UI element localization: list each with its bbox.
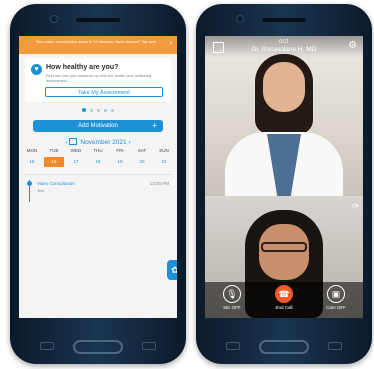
phone-hangup-icon: ☎ xyxy=(275,285,293,303)
call-controls: 🎙 Mic OFF ☎ End Call ▣ Cam OFF xyxy=(205,282,363,318)
switch-camera-icon[interactable]: ⟳ xyxy=(352,202,359,211)
day-cell[interactable]: 15 xyxy=(22,157,42,167)
weekday-label: TUE xyxy=(49,148,59,153)
carousel-dot[interactable] xyxy=(97,109,100,112)
month-label: November 2021 xyxy=(80,139,127,146)
mic-label: Mic OFF xyxy=(223,305,241,310)
add-motivation-button[interactable]: Add Motivation + xyxy=(33,120,163,132)
weekday-label: SUN xyxy=(159,148,169,153)
doctor-face xyxy=(263,62,305,112)
doctor-video-feed xyxy=(205,36,363,196)
divider xyxy=(24,174,172,175)
patient-face xyxy=(259,224,309,280)
carousel-dot-active[interactable] xyxy=(82,108,86,112)
home-button[interactable] xyxy=(73,340,123,354)
mic-off-icon: 🎙 xyxy=(223,285,241,303)
call-header: 0:01 Dr. Rocasolano H. MD ⚙ xyxy=(205,36,363,58)
add-motivation-label: Add Motivation xyxy=(78,123,118,129)
recent-apps-key[interactable] xyxy=(40,342,54,350)
patient-glasses xyxy=(261,242,307,252)
camera-off-icon: ▣ xyxy=(327,285,345,303)
health-card-title: How healthy are you? xyxy=(46,64,119,71)
app-screen-video-call: 0:01 Dr. Rocasolano H. MD ⚙ ⟳ 🎙 Mic OFF … xyxy=(205,36,363,318)
call-timer: 0:01 xyxy=(279,39,289,45)
day-cell[interactable]: 21 xyxy=(154,157,174,167)
plus-icon: + xyxy=(152,121,157,130)
chevron-right-icon[interactable]: › xyxy=(169,39,172,47)
event-subtitle: Test xyxy=(37,188,45,193)
home-button[interactable] xyxy=(259,340,309,354)
weekday-row: MON TUE WED THU FRI SAT SUN xyxy=(22,148,174,153)
weekday-label: SAT xyxy=(137,148,147,153)
day-row: 15 16 17 18 19 20 21 xyxy=(22,157,174,167)
cam-label: Cam OFF xyxy=(326,305,346,310)
phone-right: 0:01 Dr. Rocasolano H. MD ⚙ ⟳ 🎙 Mic OFF … xyxy=(196,4,372,364)
event-title: Video Consultation xyxy=(37,181,75,186)
recent-apps-key[interactable] xyxy=(226,342,240,350)
weekday-label: WED xyxy=(70,148,82,153)
day-cell[interactable]: 19 xyxy=(110,157,130,167)
front-camera xyxy=(50,15,58,23)
speaker-grille xyxy=(262,18,306,22)
gear-icon[interactable]: ⚙ xyxy=(348,40,357,51)
consultation-banner[interactable]: Your video consultation starts in 10 min… xyxy=(19,36,177,54)
phone-left: Your video consultation starts in 10 min… xyxy=(10,4,186,364)
day-cell[interactable]: 20 xyxy=(132,157,152,167)
weekday-label: FRI xyxy=(116,148,124,153)
timeline-dot xyxy=(27,181,32,186)
chat-bubble-icon: ✿ xyxy=(171,265,177,275)
carousel-dot[interactable] xyxy=(111,109,114,112)
cam-toggle[interactable]: ▣ Cam OFF xyxy=(321,285,351,310)
back-key[interactable] xyxy=(142,342,156,350)
carousel-indicator[interactable] xyxy=(19,108,177,112)
weekday-label: THU xyxy=(93,148,103,153)
day-cell[interactable]: 17 xyxy=(66,157,86,167)
carousel-dot[interactable] xyxy=(104,109,107,112)
weekday-label: MON xyxy=(26,148,38,153)
health-card-description: Find out how you measure up with the hea… xyxy=(46,73,152,83)
end-call-label: End Call xyxy=(275,305,293,310)
mic-toggle[interactable]: 🎙 Mic OFF xyxy=(217,285,247,310)
day-cell[interactable]: 18 xyxy=(88,157,108,167)
calendar-icon xyxy=(69,138,78,145)
day-cell-selected[interactable]: 16 xyxy=(44,157,64,167)
event-item[interactable]: Video Consultation 12:00 PM Test xyxy=(27,180,169,202)
take-assessment-button[interactable]: Take My Assessment xyxy=(45,87,163,97)
speaker-grille xyxy=(76,18,120,22)
health-card: ♥ How healthy are you? Find out how you … xyxy=(25,58,171,102)
carousel-dot[interactable] xyxy=(90,109,93,112)
app-screen-dashboard: Your video consultation starts in 10 min… xyxy=(19,36,177,318)
month-header: ‹ November 2021 › xyxy=(19,138,177,146)
chat-fab-button[interactable]: ✿ xyxy=(167,260,177,280)
front-camera xyxy=(236,15,244,23)
event-time: 12:00 PM xyxy=(149,181,169,186)
end-call-button[interactable]: ☎ End Call xyxy=(269,285,299,310)
next-month-button[interactable]: › xyxy=(128,139,130,146)
heart-icon: ♥ xyxy=(31,64,42,75)
back-key[interactable] xyxy=(328,342,342,350)
doctor-name: Dr. Rocasolano H. MD xyxy=(251,46,317,53)
prev-month-button[interactable]: ‹ xyxy=(65,139,67,146)
banner-text: Your video consultation starts in 10 min… xyxy=(35,39,157,44)
